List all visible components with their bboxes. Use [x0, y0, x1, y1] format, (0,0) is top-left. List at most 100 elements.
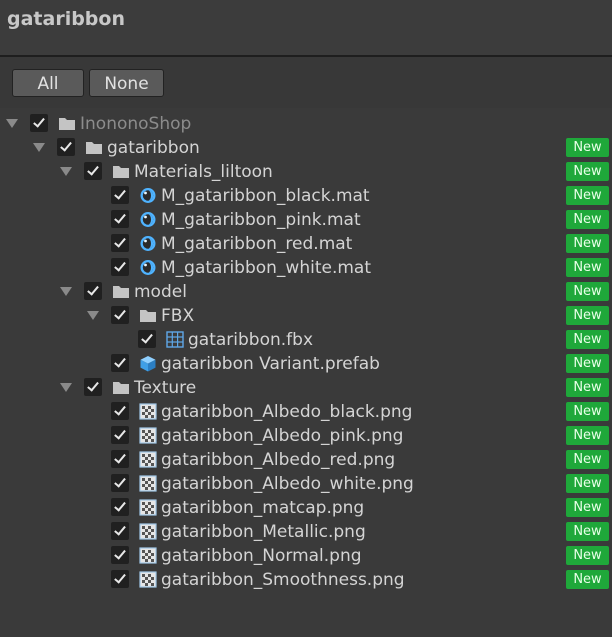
tree-item-label: FBX [161, 306, 195, 326]
tree-item-label: gataribbon_Normal.png [161, 546, 362, 566]
tree-row[interactable]: M_gataribbon_white.mat New [0, 256, 612, 280]
row-checkbox[interactable] [111, 570, 129, 588]
row-checkbox[interactable] [111, 354, 129, 372]
tree-row[interactable]: gataribbon.fbx New [0, 328, 612, 352]
tree-row[interactable]: M_gataribbon_pink.mat New [0, 208, 612, 232]
expand-arrow-icon[interactable] [6, 119, 18, 128]
expand-arrow-icon[interactable] [60, 167, 72, 176]
new-badge: New [566, 522, 609, 541]
tree-row[interactable]: gataribbon Variant.prefab New [0, 352, 612, 376]
new-badge: New [566, 234, 609, 253]
texture-icon [139, 451, 157, 468]
tree-item-label: Materials_liltoon [134, 162, 273, 182]
texture-icon [139, 403, 157, 420]
texture-icon [139, 499, 157, 516]
tree-row[interactable]: Materials_liltoon New [0, 160, 612, 184]
tree-item-label: M_gataribbon_white.mat [161, 258, 372, 278]
tree-row[interactable]: gataribbon_Albedo_black.png New [0, 400, 612, 424]
row-checkbox[interactable] [57, 138, 75, 156]
new-badge: New [566, 138, 609, 157]
row-checkbox[interactable] [111, 234, 129, 252]
expand-arrow-icon[interactable] [60, 383, 72, 392]
new-badge: New [566, 474, 609, 493]
select-all-button[interactable]: All [12, 69, 84, 97]
row-checkbox[interactable] [111, 258, 129, 276]
tree-row[interactable]: model New [0, 280, 612, 304]
new-badge: New [566, 282, 609, 301]
new-badge: New [566, 210, 609, 229]
mesh-grid-icon [166, 331, 184, 348]
tree-row[interactable]: FBX New [0, 304, 612, 328]
texture-icon [139, 427, 157, 444]
tree-row[interactable]: gataribbon_matcap.png New [0, 496, 612, 520]
texture-icon [139, 523, 157, 540]
asset-tree: InononoShop gataribbon New Materials_liltoo… [0, 108, 612, 637]
texture-icon [139, 475, 157, 492]
row-checkbox[interactable] [84, 162, 102, 180]
material-icon [139, 259, 157, 276]
tree-row[interactable]: gataribbon New [0, 136, 612, 160]
material-icon [139, 235, 157, 252]
row-checkbox[interactable] [111, 426, 129, 444]
folder-icon [112, 163, 130, 180]
tree-item-label: gataribbon_Albedo_red.png [161, 450, 396, 470]
row-checkbox[interactable] [138, 330, 156, 348]
folder-icon [85, 139, 103, 156]
row-checkbox[interactable] [111, 498, 129, 516]
folder-icon [139, 307, 157, 324]
row-checkbox[interactable] [111, 546, 129, 564]
row-checkbox[interactable] [111, 402, 129, 420]
tree-item-label: gataribbon Variant.prefab [161, 354, 380, 374]
new-badge: New [566, 378, 609, 397]
row-checkbox[interactable] [111, 450, 129, 468]
tree-item-label: gataribbon_Albedo_white.png [161, 474, 414, 494]
tree-item-label: InononoShop [80, 114, 192, 134]
new-badge: New [566, 570, 609, 589]
new-badge: New [566, 162, 609, 181]
tree-row[interactable]: Texture New [0, 376, 612, 400]
tree-item-label: gataribbon_Metallic.png [161, 522, 366, 542]
expand-arrow-icon[interactable] [87, 311, 99, 320]
tree-row[interactable]: M_gataribbon_black.mat New [0, 184, 612, 208]
tree-row[interactable]: gataribbon_Smoothness.png New [0, 568, 612, 592]
row-checkbox[interactable] [111, 306, 129, 324]
new-badge: New [566, 306, 609, 325]
texture-icon [139, 571, 157, 588]
tree-item-label: M_gataribbon_pink.mat [161, 210, 361, 230]
tree-row[interactable]: M_gataribbon_red.mat New [0, 232, 612, 256]
new-badge: New [566, 330, 609, 349]
tree-item-label: gataribbon [107, 138, 200, 158]
row-checkbox[interactable] [84, 282, 102, 300]
row-checkbox[interactable] [111, 186, 129, 204]
row-checkbox[interactable] [30, 114, 48, 132]
row-checkbox[interactable] [84, 378, 102, 396]
tree-item-label: Texture [134, 378, 197, 398]
folder-icon [112, 283, 130, 300]
new-badge: New [566, 426, 609, 445]
material-icon [139, 211, 157, 228]
tree-row[interactable]: gataribbon_Albedo_white.png New [0, 472, 612, 496]
expand-arrow-icon[interactable] [33, 143, 45, 152]
row-checkbox[interactable] [111, 474, 129, 492]
window-header: gataribbon [0, 0, 612, 57]
tree-row[interactable]: gataribbon_Albedo_red.png New [0, 448, 612, 472]
tree-row[interactable]: InononoShop [0, 112, 612, 136]
tree-item-label: model [134, 282, 187, 302]
new-badge: New [566, 258, 609, 277]
row-checkbox[interactable] [111, 522, 129, 540]
new-badge: New [566, 546, 609, 565]
folder-icon [112, 379, 130, 396]
new-badge: New [566, 354, 609, 373]
tree-item-label: M_gataribbon_black.mat [161, 186, 370, 206]
select-none-button[interactable]: None [89, 69, 164, 97]
tree-row[interactable]: gataribbon_Metallic.png New [0, 520, 612, 544]
tree-row[interactable]: gataribbon_Normal.png New [0, 544, 612, 568]
tree-row[interactable]: gataribbon_Albedo_pink.png New [0, 424, 612, 448]
expand-arrow-icon[interactable] [60, 287, 72, 296]
tree-item-label: gataribbon_Albedo_pink.png [161, 426, 404, 446]
row-checkbox[interactable] [111, 210, 129, 228]
tree-item-label: gataribbon_Smoothness.png [161, 570, 405, 590]
prefab-cube-icon [139, 355, 157, 372]
page-title: gataribbon [7, 8, 125, 30]
tree-item-label: gataribbon.fbx [188, 330, 314, 350]
